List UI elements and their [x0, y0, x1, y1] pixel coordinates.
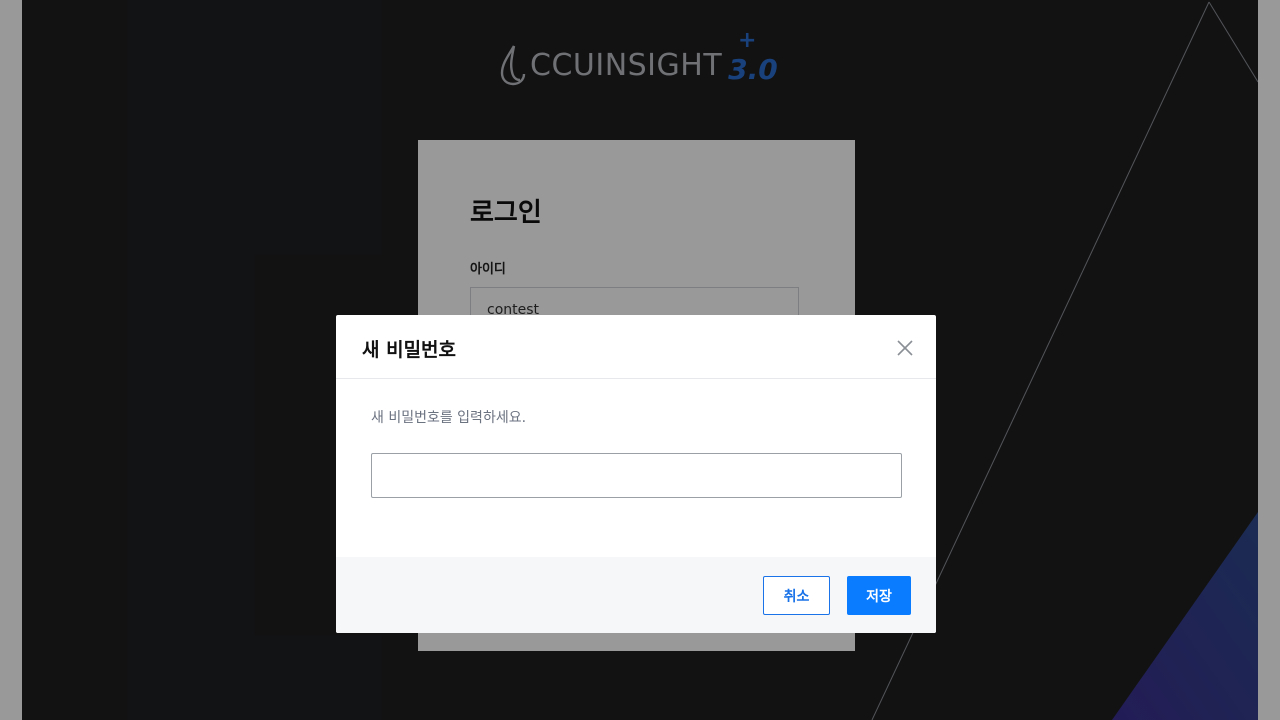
cancel-button[interactable]: 취소	[763, 576, 830, 615]
close-icon[interactable]	[894, 337, 916, 359]
dialog-title: 새 비밀번호	[362, 339, 457, 361]
dialog-header: 새 비밀번호	[336, 315, 936, 379]
new-password-input[interactable]	[371, 453, 902, 498]
new-password-dialog: 새 비밀번호 새 비밀번호를 입력하세요. 취소 저장	[336, 315, 936, 633]
dialog-footer: 취소 저장	[336, 557, 936, 633]
dialog-description: 새 비밀번호를 입력하세요.	[371, 410, 527, 426]
save-button[interactable]: 저장	[847, 576, 911, 615]
